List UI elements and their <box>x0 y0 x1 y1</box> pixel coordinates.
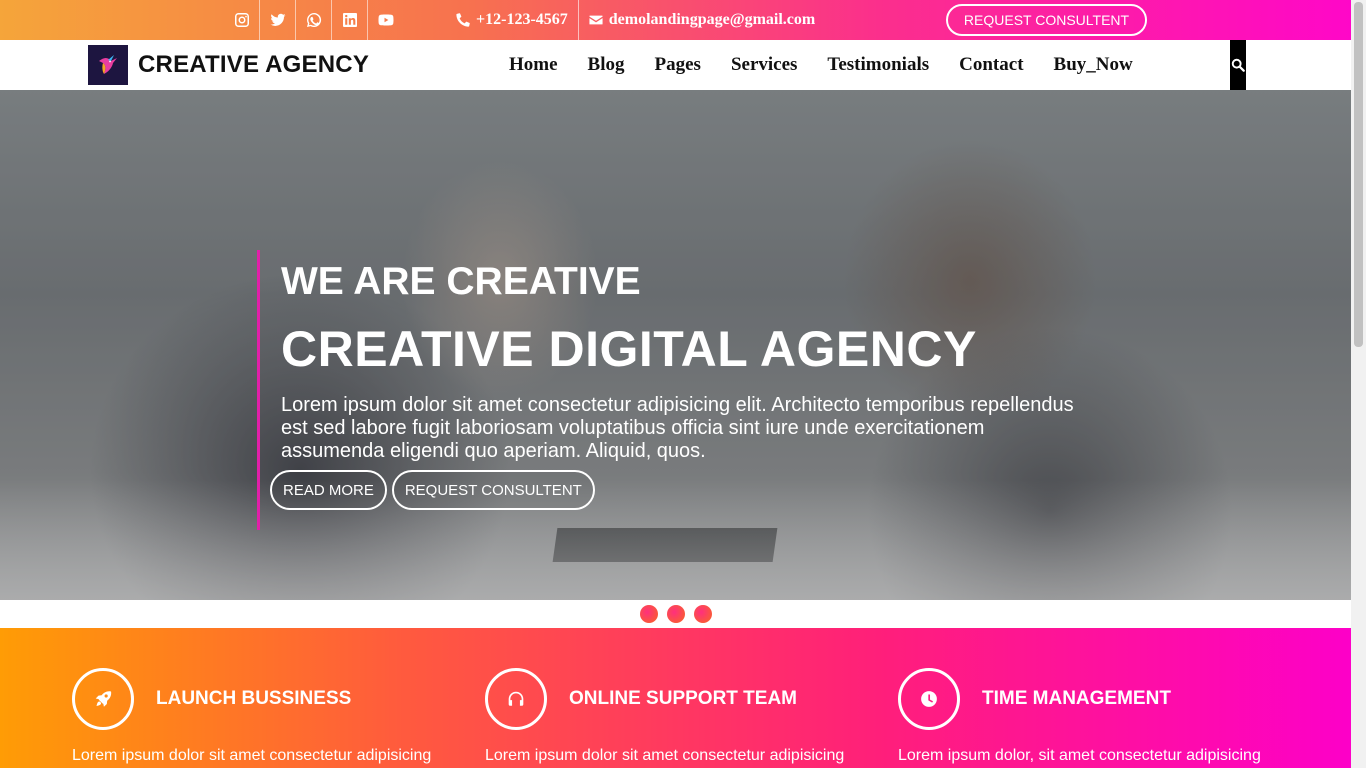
feature-title: ONLINE SUPPORT TEAM <box>569 688 798 709</box>
feature-icon-circle <box>72 668 134 730</box>
hero-subtitle: WE ARE CREATIVE <box>281 260 641 303</box>
hero-title: CREATIVE DIGITAL AGENCY <box>281 321 977 377</box>
youtube-icon <box>378 14 394 26</box>
phone-icon <box>456 13 470 27</box>
twitter-icon <box>270 13 285 26</box>
carousel-dots <box>640 605 712 623</box>
hero-content: WE ARE CREATIVE CREATIVE DIGITAL AGENCY … <box>257 250 1097 530</box>
page-scrollbar[interactable] <box>1351 0 1366 768</box>
linkedin-icon <box>342 13 357 27</box>
contact-info: +12-123-4567 demolandingpage@gmail.com <box>456 0 815 40</box>
instagram-icon <box>234 13 249 27</box>
phone-contact[interactable]: +12-123-4567 <box>456 0 579 40</box>
request-consultant-button[interactable]: REQUEST CONSULTENT <box>391 470 595 510</box>
brand-logo[interactable] <box>88 45 128 85</box>
envelope-icon <box>589 15 603 25</box>
rocket-icon <box>95 691 112 707</box>
instagram-link[interactable] <box>224 0 260 40</box>
hero-buttons: READ MORE REQUEST CONSULTENT <box>270 470 595 510</box>
nav-pages[interactable]: Pages <box>640 54 716 76</box>
features-section: LAUNCH BUSSINESS Lorem ipsum dolor sit a… <box>0 628 1351 768</box>
brand-name[interactable]: CREATIVE AGENCY <box>138 51 369 79</box>
whatsapp-link[interactable] <box>296 0 332 40</box>
clock-icon <box>921 691 937 707</box>
email-contact[interactable]: demolandingpage@gmail.com <box>579 11 815 29</box>
top-bar: +12-123-4567 demolandingpage@gmail.com R… <box>0 0 1351 40</box>
carousel-dot-2[interactable] <box>667 605 685 623</box>
nav-blog[interactable]: Blog <box>573 54 640 76</box>
nav-menu: Home Blog Pages Services Testimonials Co… <box>494 40 1148 90</box>
feature-icon-circle <box>485 668 547 730</box>
nav-buy-now[interactable]: Buy_Now <box>1039 54 1148 76</box>
main-navbar: CREATIVE AGENCY Home Blog Pages Services… <box>0 40 1351 90</box>
youtube-link[interactable] <box>368 0 404 40</box>
nav-services[interactable]: Services <box>716 54 812 76</box>
feature-title: LAUNCH BUSSINESS <box>156 688 352 709</box>
feature-icon-circle <box>898 668 960 730</box>
search-icon <box>1231 58 1245 72</box>
request-consultant-top-button[interactable]: REQUEST CONSULTENT <box>946 4 1147 36</box>
feature-description: Lorem ipsum dolor sit amet consectetur a… <box>485 747 845 768</box>
email-address: demolandingpage@gmail.com <box>608 11 816 28</box>
carousel-dot-1[interactable] <box>640 605 658 623</box>
linkedin-link[interactable] <box>332 0 368 40</box>
scrollbar-thumb[interactable] <box>1354 2 1363 347</box>
phone-number: +12-123-4567 <box>476 11 568 28</box>
nav-testimonials[interactable]: Testimonials <box>812 54 944 76</box>
nav-home[interactable]: Home <box>494 54 573 76</box>
hero-banner: WE ARE CREATIVE CREATIVE DIGITAL AGENCY … <box>0 90 1351 600</box>
feature-description: Lorem ipsum dolor, sit amet consectetur … <box>898 747 1261 768</box>
search-button[interactable] <box>1230 40 1246 90</box>
feature-description: Lorem ipsum dolor sit amet consectetur a… <box>72 747 432 768</box>
headphones-icon <box>508 691 524 706</box>
hummingbird-logo-icon <box>99 55 117 74</box>
nav-contact[interactable]: Contact <box>944 54 1038 76</box>
hero-description: Lorem ipsum dolor sit amet consectetur a… <box>281 394 1074 462</box>
whatsapp-icon <box>306 12 321 27</box>
carousel-dot-3[interactable] <box>694 605 712 623</box>
twitter-link[interactable] <box>260 0 296 40</box>
social-links <box>224 0 404 40</box>
read-more-button[interactable]: READ MORE <box>270 470 387 510</box>
feature-title: TIME MANAGEMENT <box>982 688 1171 709</box>
